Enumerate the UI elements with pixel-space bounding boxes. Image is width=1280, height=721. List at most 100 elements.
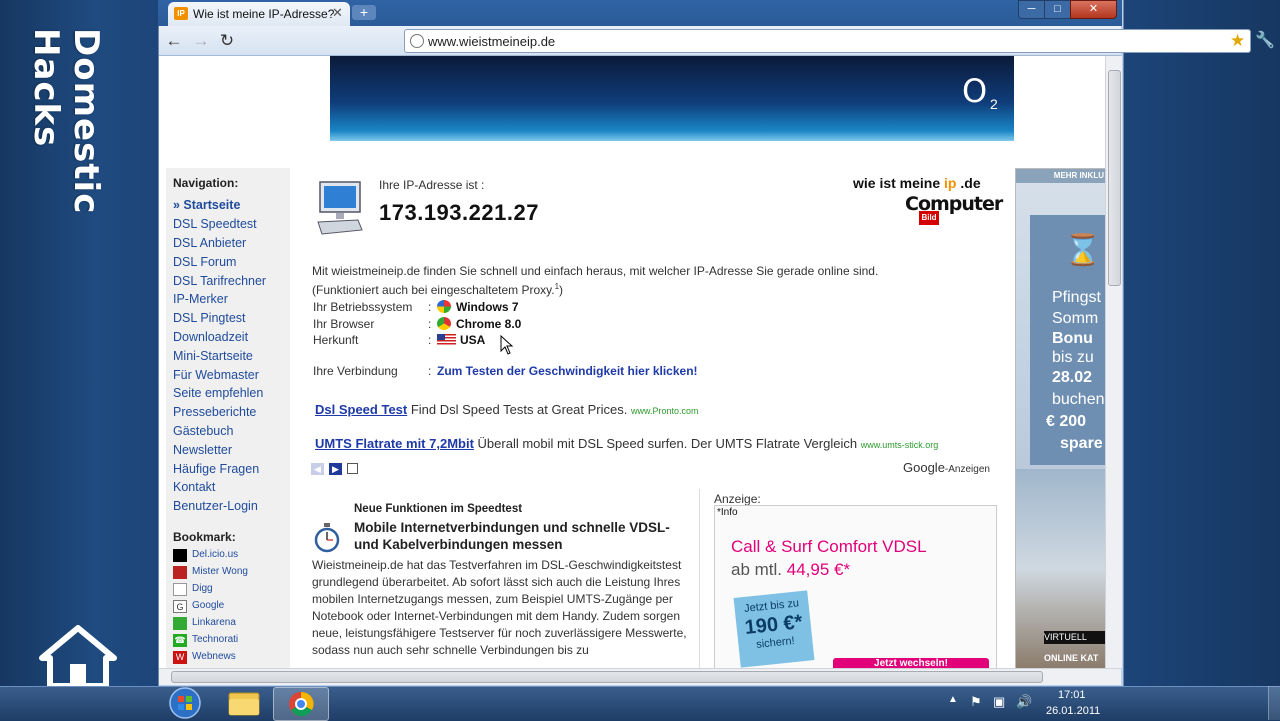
hourglass-icon: ⌛ [1064,234,1102,267]
ad-1-url[interactable]: www.Pronto.com [631,406,699,416]
bookmark-google[interactable]: Google [192,600,224,611]
address-bar[interactable]: www.wieistmeineip.de ★ [404,29,1251,53]
taskbar-chrome-button[interactable] [273,687,329,721]
show-desktop-button[interactable] [1268,686,1280,720]
start-button-icon[interactable] [168,687,202,719]
nav-item-mini-startseite[interactable]: Mini-Startseite [173,349,253,363]
news-title[interactable]: Mobile Internetverbindungen und schnelle… [354,519,694,553]
intro-line2-text: (Funktioniert auch bei eingeschaltetem P… [312,283,555,297]
site-logo[interactable]: wie ist meine ip .de [853,175,981,191]
browser-value: Chrome 8.0 [456,317,522,331]
nav-title: Navigation: [173,176,239,190]
bookmark-star-icon[interactable]: ★ [1230,31,1245,51]
sky-online-label: ONLINE KAT [1044,653,1099,663]
skyscraper-ad[interactable]: MEHR INKLU ⌛ Pfingst Somm Bonu bis zu 28… [1015,168,1107,670]
ad-line-1[interactable]: Dsl Speed Test Find Dsl Speed Tests at G… [315,402,699,417]
stopwatch-icon [314,523,340,553]
clock-date[interactable]: 26.01.2011 [1046,705,1100,717]
technorati-icon: ☎ [173,634,187,647]
intro-line2-end: ) [559,283,564,297]
close-button[interactable]: ✕ [1070,0,1117,19]
nav-item-startseite[interactable]: » Startseite [173,198,240,212]
bookmark-digg[interactable]: Digg [192,583,213,594]
bookmark-linkarena[interactable]: Linkarena [192,617,236,628]
o2-banner[interactable] [330,56,1014,141]
news-body: Wieistmeineip.de hat das Testverfahren i… [312,558,687,657]
nav-item-gaestebuch[interactable]: Gästebuch [173,424,233,438]
bookmark-delicious[interactable]: Del.icio.us [192,549,238,560]
volume-icon[interactable]: 🔊 [1016,694,1032,710]
explorer-icon[interactable] [226,689,262,717]
nav-item-ip-merker[interactable]: IP-Merker [173,292,228,306]
forward-icon[interactable]: → [191,31,211,51]
nav-item-newsletter[interactable]: Newsletter [173,443,232,457]
google-ads-label[interactable]: Google-Anzeigen [903,460,990,475]
ad-line-2[interactable]: UMTS Flatrate mit 7,2Mbit Überall mobil … [315,436,938,451]
vertical-scrollbar[interactable] [1105,56,1122,668]
tab-close-icon[interactable]: ✕ [332,5,343,21]
bookmark-title: Bookmark: [173,530,236,544]
ad-2-text: Überall mobil mit DSL Speed surfen. Der … [473,436,861,451]
sky-line-7: € 200 [1046,413,1087,430]
windows-icon [437,300,451,313]
favicon-icon: IP [174,7,188,20]
home-icon [39,625,117,689]
nav-item-dsl-forum[interactable]: DSL Forum [173,255,236,269]
nav-item-benutzer-login[interactable]: Benutzer-Login [173,499,258,513]
computerbild-badge: Bild [919,211,939,225]
telekom-ad[interactable]: *Info Call & Surf Comfort VDSL ab mtl. 4… [714,505,997,670]
wrench-icon[interactable]: 🔧 [1255,30,1275,50]
browser-tab[interactable]: IP Wie ist meine IP-Adresse? ✕ [168,2,350,26]
ad-1-title[interactable]: Dsl Speed Test [315,402,407,417]
maximize-button[interactable]: □ [1044,0,1071,19]
origin-label: Herkunft [313,333,359,347]
bookmark-technorati[interactable]: Technorati [192,634,238,645]
nav-item-dsl-pingtest[interactable]: DSL Pingtest [173,311,246,325]
vertical-scroll-thumb[interactable] [1108,70,1121,286]
nav-item-downloadzeit[interactable]: Downloadzeit [173,330,248,344]
sky-line-6: buchen [1052,391,1105,408]
bookmark-webnews[interactable]: Webnews [192,651,236,662]
nav-item-dsl-speedtest[interactable]: DSL Speedtest [173,217,257,231]
back-icon[interactable]: ← [164,31,184,51]
ad-sticker: Jetzt bis zu 190 €* sichern! [733,590,815,668]
ad-2-title[interactable]: UMTS Flatrate mit 7,2Mbit [315,436,474,451]
ip-address: 173.193.221.27 [379,200,539,225]
bookmark-mister-wong[interactable]: Mister Wong [192,566,248,577]
browser-colon: : [428,317,432,331]
nav-item-dsl-anbieter[interactable]: DSL Anbieter [173,236,246,250]
clock-time[interactable]: 17:01 [1058,689,1086,701]
ad-2-url[interactable]: www.umts-stick.org [861,440,939,450]
action-center-flag-icon[interactable]: ⚑ [970,694,982,710]
network-icon[interactable]: ▣ [993,694,1005,710]
delicious-icon [173,549,187,562]
ad-expand-icon[interactable] [347,463,358,474]
nav-item-dsl-tarifrechner[interactable]: DSL Tarifrechner [173,274,266,288]
horizontal-scroll-thumb[interactable] [171,671,1043,683]
nav-item-seite-empfehlen[interactable]: Seite empfehlen [173,386,263,400]
ad-prev-icon[interactable]: ◀ [311,463,324,475]
nav-item-haeufige-fragen[interactable]: Häufige Fragen [173,462,259,476]
reload-icon[interactable]: ↻ [217,31,237,51]
logo-part3: .de [956,175,981,191]
nav-item-kontakt[interactable]: Kontakt [173,480,215,494]
origin-value: USA [460,333,486,347]
connection-label: Ihre Verbindung [313,364,398,378]
minimize-button[interactable]: ─ [1018,0,1045,19]
column-divider [699,489,700,668]
chrome-icon [437,317,451,330]
o2-logo: O [962,72,988,110]
ad-next-icon[interactable]: ▶ [329,463,342,475]
new-tab-button[interactable]: + [352,5,376,20]
speedtest-link[interactable]: Zum Testen der Geschwindigkeit hier klic… [437,364,698,378]
logo-part1: wie ist meine [853,175,945,191]
nav-item-presseberichte[interactable]: Presseberichte [173,405,256,419]
nav-item-fuer-webmaster[interactable]: Für Webmaster [173,368,259,382]
tray-expand-icon[interactable]: ▲ [948,694,958,705]
chrome-taskbar-icon [289,691,314,717]
ad-price: ab mtl. 44,95 €* [731,560,850,580]
horizontal-scrollbar[interactable] [159,668,1121,685]
ad-info[interactable]: *Info [717,507,738,518]
intro-line2: (Funktioniert auch bei eingeschaltetem P… [312,279,972,298]
logo-part2: ip [944,175,957,191]
